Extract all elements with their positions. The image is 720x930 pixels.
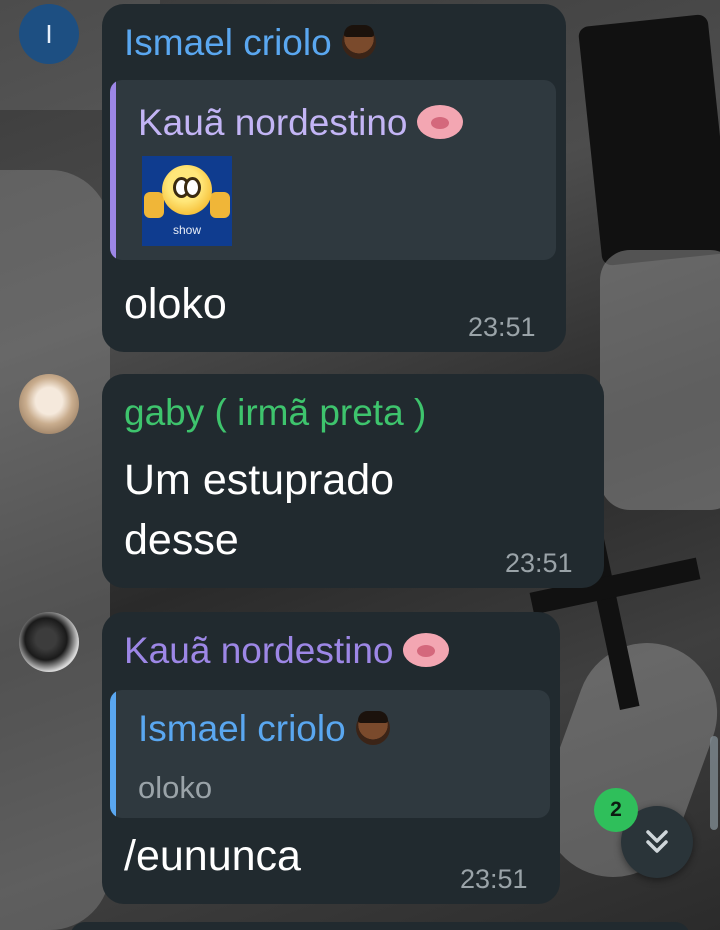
quoted-media-thumbnail[interactable]: show [142,156,232,246]
next-message-bubble[interactable] [70,922,690,930]
avatar-kaua[interactable] [19,612,79,672]
sender-name[interactable]: Kauã nordestino [124,630,450,672]
pig-face-icon [417,103,464,139]
man-dark-skin-tone-icon [341,25,376,59]
sender-name[interactable]: Ismael criolo [124,22,376,64]
reply-quote[interactable]: Ismael criolo oloko [110,690,550,818]
avatar-gaby[interactable] [19,374,79,434]
message-text-line: Um estuprado [124,456,395,504]
message-text: oloko [124,280,227,328]
message-text-line: desse [124,516,239,564]
sender-name[interactable]: gaby ( irmã preta ) [124,392,426,434]
message-time: 23:51 [505,548,573,578]
message-bubble[interactable]: Ismael criolo Kauã nordestino show oloko… [102,4,566,352]
message-text: /eununca [124,832,301,880]
unread-count-badge: 2 [594,788,638,832]
man-dark-skin-tone-icon [355,711,390,745]
reply-quote[interactable]: Kauã nordestino show [110,80,556,260]
thumbs-up-icon [210,192,230,218]
media-caption: show [172,223,201,237]
quoted-text: oloko [138,770,213,805]
double-chevron-down-icon [646,830,668,853]
quote-accent-bar [110,80,116,260]
quoted-sender-name: Ismael criolo [138,708,390,750]
quoted-sender-name: Kauã nordestino [138,102,464,144]
quote-accent-bar [110,690,116,818]
avatar-ismael[interactable]: I [19,4,79,64]
scrollbar[interactable] [710,736,718,830]
smiley-face-icon [162,165,212,215]
message-bubble[interactable]: gaby ( irmã preta ) Um estuprado desse 2… [102,374,604,588]
message-bubble[interactable]: Kauã nordestino Ismael criolo oloko /eun… [102,612,560,904]
message-time: 23:51 [460,864,528,894]
message-time: 23:51 [468,312,536,342]
avatar-letter: I [45,18,53,49]
pig-face-icon [403,631,450,667]
thumbs-up-icon [144,192,164,218]
